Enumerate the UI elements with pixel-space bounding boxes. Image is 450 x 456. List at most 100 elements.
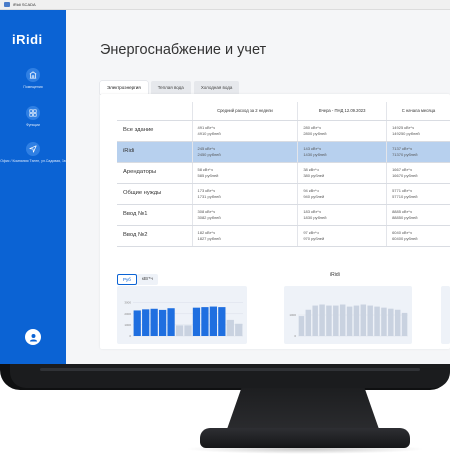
chart-bar[interactable] [401, 312, 408, 336]
chart-bar[interactable] [374, 306, 380, 336]
table-row[interactable]: Ввод №2 182 кВт*ч 1827 рублей 97 кВт*ч 970 р… [117, 225, 450, 247]
main-content: Энергоснабжение и учет Электроэнергия Те… [66, 10, 450, 364]
table-row[interactable]: iRidi 245 кВт*ч 2450 рублей 143 кВт*ч 1430 р… [117, 141, 450, 163]
row-name: Ввод №1 [117, 204, 193, 226]
chart-bar[interactable] [218, 307, 226, 336]
window-title: iRidi SCADA [13, 2, 36, 7]
chart-bar[interactable] [312, 305, 318, 336]
energy-table: Средний расход за 2 недели Вчера - ПНД 1… [117, 102, 450, 247]
chart-bar[interactable] [319, 304, 325, 337]
chart-bar[interactable] [381, 307, 387, 336]
profile-button[interactable] [25, 329, 41, 345]
cell-cost: 380 рублей [303, 172, 325, 178]
chart-bar[interactable] [192, 307, 201, 336]
chart-bar[interactable] [201, 307, 209, 336]
chin-highlight [40, 368, 420, 371]
table-cell: 308 кВт*ч 3082 рублей [192, 204, 299, 226]
user-icon [29, 333, 37, 342]
building-icon [26, 68, 40, 82]
sidebar-item-premises[interactable]: Помещения [0, 68, 66, 90]
iridi-chart-panel: 0 1000 [284, 286, 412, 344]
chart-bar[interactable] [150, 308, 158, 336]
toggle-kwh-button[interactable]: кВт*ч [136, 274, 158, 285]
chart-bar[interactable] [175, 325, 184, 336]
location-arrow-icon [26, 142, 40, 156]
chart-bar[interactable] [394, 309, 401, 336]
third-chart-panel [441, 286, 450, 344]
sidebar-item-location[interactable]: Офис / Компания Тэлен, ул.Садовая, 1в [0, 142, 66, 164]
chart-bar[interactable] [326, 305, 332, 336]
cell-cost: 1827 рублей [197, 235, 221, 241]
tab-bar: Электроэнергия Теплая вода Холодная вода [100, 81, 240, 94]
table-cell: 143 кВт*ч 1430 рублей [297, 141, 388, 163]
chart-bar[interactable] [133, 310, 141, 336]
chart-bar[interactable] [226, 319, 234, 336]
chart-bar[interactable] [360, 304, 367, 337]
table-cell: 491 кВт*ч 4910 рублей [192, 120, 299, 142]
tab-hot-water[interactable]: Теплая вода [150, 81, 191, 94]
table-cell: 245 кВт*ч 2450 рублей [192, 141, 299, 163]
table-cell: 7137 кВт*ч 71370 рублей [386, 141, 450, 163]
table-cell: 1667 кВт*ч 16670 рублей [386, 162, 450, 184]
chart-unit-toggle: Руб кВт*ч [117, 274, 158, 285]
cell-cost: 60400 рублей [392, 235, 418, 241]
toggle-rubles-button[interactable]: Руб [117, 274, 137, 285]
table-cell: 94 кВт*ч 940 рублей [297, 183, 388, 205]
cell-cost: 585 рублей [197, 172, 219, 178]
sidebar-item-label: Помещения [23, 85, 43, 89]
consumption-bar-chart: 0 1000 2000 3000 [124, 301, 243, 338]
table-row[interactable]: Ввод №1 308 кВт*ч 3082 рублей 183 кВт*ч 1830… [117, 204, 450, 226]
tab-cold-water[interactable]: Холодная вода [193, 81, 240, 94]
table-row[interactable]: Арендаторы 58 кВт*ч 585 рублей 38 кВт*ч 380 … [117, 162, 450, 184]
table-cell: 8885 кВт*ч 88850 рублей [386, 204, 450, 226]
column-header: Средний расход за 2 недели [192, 102, 299, 121]
chart-bar[interactable] [167, 308, 175, 336]
chart-title: iRidi [330, 272, 340, 278]
cell-cost: 1830 рублей [303, 214, 327, 220]
chart-bar[interactable] [235, 323, 243, 336]
chart-bar[interactable] [353, 305, 360, 336]
chart-bar[interactable] [298, 316, 305, 336]
table-cell: 5771 кВт*ч 57710 рублей [386, 183, 450, 205]
sidebar: iRidi Помещения Функции Офис / Компания … [0, 10, 66, 364]
chart-bar[interactable] [339, 304, 346, 337]
row-name: Арендаторы [117, 162, 193, 184]
table-cell: 280 кВт*ч 2800 рублей [297, 120, 388, 142]
cell-cost: 4910 рублей [197, 130, 221, 136]
cell-cost: 2450 рублей [197, 151, 221, 157]
chart-bar[interactable] [184, 325, 192, 336]
y-tick-label: 1000 [289, 313, 296, 317]
iridi-bar-chart: 0 1000 [289, 304, 408, 338]
table-cell: 183 кВт*ч 1830 рублей [297, 204, 388, 226]
chart-bar[interactable] [388, 308, 394, 336]
cell-cost: 1430 рублей [303, 151, 327, 157]
sidebar-item-functions[interactable]: Функции [0, 106, 66, 128]
cell-cost: 1731 рублей [197, 193, 221, 199]
chart-bar[interactable] [346, 306, 353, 336]
row-name: Все здание [117, 120, 193, 142]
y-tick-label: 0 [294, 334, 296, 338]
cell-cost: 16670 рублей [392, 172, 418, 178]
cell-cost: 3082 рублей [197, 214, 221, 220]
chart-bar[interactable] [142, 309, 150, 336]
table-row[interactable]: Все здание 491 кВт*ч 4910 рублей 280 кВт*ч 2… [117, 120, 450, 142]
chart-bar[interactable] [367, 305, 373, 336]
chart-bar[interactable] [305, 309, 312, 336]
chart-bar[interactable] [209, 306, 218, 336]
content-card: Средний расход за 2 недели Вчера - ПНД 1… [100, 94, 450, 349]
cell-cost: 940 рублей [303, 193, 325, 199]
chart-bar[interactable] [333, 305, 339, 336]
tab-electricity[interactable]: Электроэнергия [100, 81, 148, 94]
cell-cost: 2800 рублей [303, 130, 327, 136]
row-name: Ввод №2 [117, 225, 193, 247]
screen: iRidi SCADA iRidi Помещения Функции Офис… [0, 0, 450, 364]
chart-bar[interactable] [158, 309, 167, 336]
app-logo: iRidi [12, 32, 43, 47]
cell-cost: 71370 рублей [392, 151, 418, 157]
y-tick-label: 3000 [124, 301, 131, 305]
table-row[interactable]: Общие нужды 173 кВт*ч 1731 рублей 94 кВт*ч 9… [117, 183, 450, 205]
monitor-stand [226, 388, 380, 432]
cell-cost: 57710 рублей [392, 193, 418, 199]
table-header-row: Средний расход за 2 недели Вчера - ПНД 1… [117, 102, 450, 121]
window-titlebar: iRidi SCADA [0, 0, 450, 10]
